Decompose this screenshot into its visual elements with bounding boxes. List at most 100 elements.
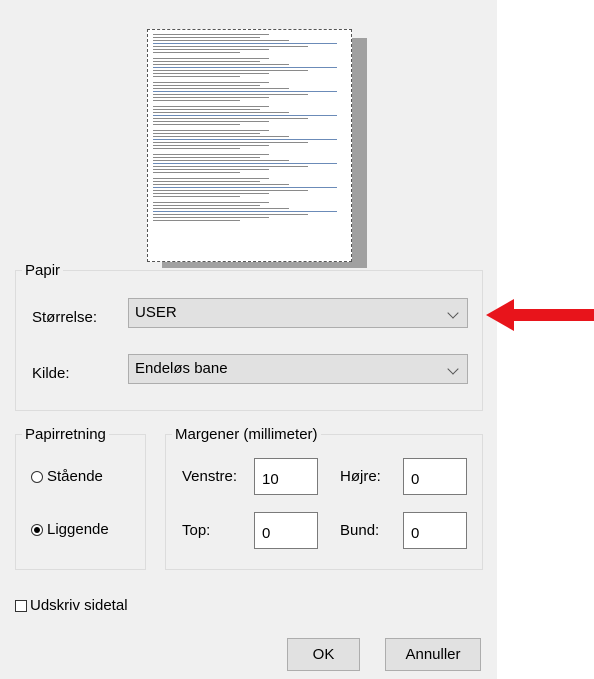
- preview-text-line: [153, 151, 155, 152]
- preview-text-line: [153, 184, 289, 185]
- preview-text-line: [153, 181, 260, 182]
- preview-text-line: [153, 130, 270, 131]
- preview-text-line: [153, 43, 338, 44]
- preview-text-line: [153, 67, 338, 68]
- preview-text-line: [153, 58, 270, 59]
- preview-text-line: [153, 49, 270, 50]
- preview-text-line: [153, 91, 338, 92]
- preview-text-line: [153, 223, 155, 224]
- margin-left-input[interactable]: [254, 458, 318, 495]
- preview-text-line: [153, 163, 338, 164]
- size-label: Størrelse:: [32, 309, 98, 326]
- margin-left-label: Venstre:: [182, 468, 238, 485]
- print-page-numbers-checkbox[interactable]: Udskriv sidetal: [15, 597, 128, 614]
- preview-text-line: [153, 217, 270, 218]
- orientation-group: Papirretning: [15, 426, 146, 570]
- preview-text-line: [153, 199, 155, 200]
- margin-bottom-input[interactable]: [403, 512, 467, 549]
- preview-text-line: [153, 211, 338, 212]
- checkbox-icon: [15, 599, 27, 612]
- preview-text-line: [153, 169, 270, 170]
- preview-text-line: [153, 121, 270, 122]
- margin-right-input[interactable]: [403, 458, 467, 495]
- preview-text-line: [153, 61, 260, 62]
- preview-text-line: [153, 139, 338, 140]
- margin-top-input[interactable]: [254, 512, 318, 549]
- source-dropdown[interactable]: Endeløs bane: [128, 354, 468, 384]
- chevron-down-icon: [439, 355, 467, 383]
- preview-text-line: [153, 166, 309, 167]
- preview-text-line: [153, 208, 289, 209]
- preview-text-line: [153, 112, 289, 113]
- preview-text-line: [153, 202, 270, 203]
- preview-text-line: [153, 94, 309, 95]
- page-preview: [147, 29, 352, 262]
- radio-icon: [31, 470, 43, 483]
- chevron-down-icon: [439, 299, 467, 327]
- preview-text-line: [153, 187, 338, 188]
- preview-text-line: [153, 76, 241, 77]
- paper-legend: Papir: [25, 262, 61, 279]
- preview-text-line: [153, 157, 260, 158]
- landscape-radio[interactable]: Liggende: [31, 521, 109, 538]
- preview-text-line: [153, 160, 289, 161]
- preview-text-line: [153, 124, 241, 125]
- margins-legend: Margener (millimeter): [175, 426, 318, 443]
- preview-text-line: [153, 85, 260, 86]
- preview-text-line: [153, 37, 260, 38]
- preview-text-line: [153, 103, 155, 104]
- landscape-label: Liggende: [47, 521, 109, 538]
- preview-text-line: [153, 64, 289, 65]
- preview-text-line: [153, 97, 270, 98]
- preview-text-line: [153, 205, 260, 206]
- paper-group: Papir: [15, 262, 483, 411]
- size-dropdown[interactable]: USER: [128, 298, 468, 328]
- preview-text-line: [153, 148, 241, 149]
- preview-text-line: [153, 70, 309, 71]
- preview-text-line: [153, 88, 289, 89]
- preview-text-line: [153, 106, 270, 107]
- preview-text-line: [153, 214, 309, 215]
- preview-text-line: [153, 175, 155, 176]
- preview-text-line: [153, 154, 270, 155]
- page-preview-content: [153, 34, 347, 226]
- preview-text-line: [153, 133, 260, 134]
- page-setup-dialog: Papir Størrelse: USER Kilde: Endeløs ban…: [0, 0, 497, 679]
- preview-text-line: [153, 196, 241, 197]
- preview-text-line: [153, 190, 309, 191]
- preview-text-line: [153, 79, 155, 80]
- portrait-radio[interactable]: Stående: [31, 468, 103, 485]
- preview-text-line: [153, 193, 270, 194]
- margin-right-label: Højre:: [340, 468, 381, 485]
- preview-text-line: [153, 52, 241, 53]
- red-arrow-icon: [486, 299, 594, 331]
- preview-text-line: [153, 178, 270, 179]
- margin-top-label: Top:: [182, 522, 211, 539]
- preview-text-line: [153, 100, 241, 101]
- print-page-numbers-label: Udskriv sidetal: [30, 597, 128, 614]
- orientation-legend: Papirretning: [25, 426, 106, 443]
- preview-text-line: [153, 109, 260, 110]
- preview-text-line: [153, 220, 241, 221]
- ok-button[interactable]: OK: [287, 638, 360, 671]
- preview-text-line: [153, 82, 270, 83]
- preview-text-line: [153, 172, 241, 173]
- preview-text-line: [153, 40, 289, 41]
- portrait-label: Stående: [47, 468, 103, 485]
- preview-text-line: [153, 118, 309, 119]
- source-dropdown-value: Endeløs bane: [135, 360, 228, 377]
- cancel-button[interactable]: Annuller: [385, 638, 481, 671]
- source-label: Kilde:: [32, 365, 70, 382]
- preview-text-line: [153, 136, 289, 137]
- preview-text-line: [153, 46, 309, 47]
- preview-text-line: [153, 115, 338, 116]
- margin-bottom-label: Bund:: [340, 522, 380, 539]
- radio-icon: [31, 523, 43, 536]
- preview-text-line: [153, 127, 155, 128]
- preview-text-line: [153, 55, 155, 56]
- size-dropdown-value: USER: [135, 304, 177, 321]
- preview-text-line: [153, 145, 270, 146]
- preview-text-line: [153, 73, 270, 74]
- preview-text-line: [153, 34, 270, 35]
- preview-text-line: [153, 142, 309, 143]
